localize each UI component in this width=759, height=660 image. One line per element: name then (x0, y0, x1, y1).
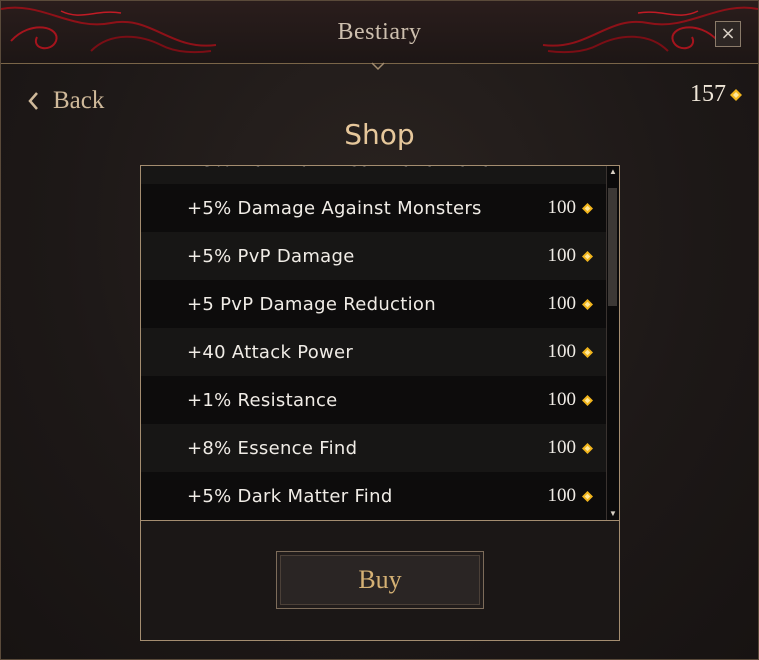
page-title: Shop (344, 118, 415, 151)
shop-item-row[interactable]: +5% PvP Damage 100 (141, 232, 607, 280)
scroll-down-icon[interactable]: ▼ (607, 508, 619, 520)
chevron-left-icon (28, 92, 38, 110)
price-value: 100 (548, 166, 577, 171)
shop-item-price: 100 (547, 341, 593, 363)
shop-item-row[interactable]: +40 Attack Power 100 (141, 328, 607, 376)
purchase-panel: Buy (140, 520, 620, 641)
currency-display: 157 (690, 81, 742, 108)
shop-item-name: +5% Dark Matter Find (187, 485, 393, 507)
shop-item-name: +5 PvP Damage Reduction (187, 293, 436, 315)
scroll-up-icon[interactable]: ▲ (607, 166, 619, 178)
price-value: 100 (547, 437, 577, 458)
shop-item-price: 100 (547, 437, 593, 459)
shop-item-row[interactable]: +3% Maximum Health and Mana 100 (141, 165, 607, 184)
shop-item-row[interactable]: +5% Damage Against Monsters 100 (141, 184, 607, 232)
price-value: 100 (547, 245, 577, 266)
shop-item-price: 100 (547, 389, 593, 411)
shop-item-price: 100 (547, 293, 593, 315)
close-button[interactable]: × (715, 21, 741, 47)
gold-diamond-icon (582, 394, 593, 406)
shop-item-name: +5% Damage Against Monsters (187, 197, 482, 219)
shop-item-row[interactable]: +5% Dark Matter Find 100 (141, 472, 607, 520)
shop-items: +3% Maximum Health and Mana100+5% Damage… (141, 165, 607, 520)
price-value: 100 (547, 485, 577, 506)
shop-list: +3% Maximum Health and Mana100+5% Damage… (140, 165, 620, 521)
gold-diamond-icon (582, 346, 593, 358)
shop-item-name: +3% Maximum Health and Mana (187, 166, 492, 171)
price-value: 100 (547, 197, 577, 218)
gold-diamond-icon (730, 88, 742, 101)
shop-item-row[interactable]: +1% Resistance 100 (141, 376, 607, 424)
shop-item-price: 100 (547, 197, 593, 219)
shop-item-name: +40 Attack Power (187, 341, 354, 363)
shop-item-name: +5% PvP Damage (187, 245, 355, 267)
gold-diamond-icon (582, 165, 593, 166)
title-notch-icon (371, 62, 385, 71)
price-value: 100 (547, 389, 577, 410)
bestiary-window: Bestiary × Back 157 Shop +3% Maximum Hea… (0, 0, 759, 660)
shop-item-name: +1% Resistance (187, 389, 338, 411)
price-value: 100 (547, 293, 577, 314)
shop-item-price: 100 (547, 485, 593, 507)
gold-diamond-icon (582, 442, 593, 454)
back-label: Back (53, 87, 105, 114)
buy-button[interactable]: Buy (276, 551, 484, 609)
window-title: Bestiary (337, 19, 422, 45)
shop-item-name: +8% Essence Find (187, 437, 358, 459)
shop-item-price: 100 (548, 165, 594, 171)
scrollbar[interactable]: ▲ ▼ (606, 166, 619, 520)
shop-item-row[interactable]: +5 PvP Damage Reduction 100 (141, 280, 607, 328)
gold-diamond-icon (582, 490, 593, 502)
title-bar: Bestiary × (1, 1, 758, 64)
gold-diamond-icon (582, 202, 593, 214)
close-icon: × (720, 23, 736, 44)
scroll-thumb[interactable] (608, 188, 617, 306)
currency-amount: 157 (690, 81, 726, 107)
shop-item-row[interactable]: +8% Essence Find 100 (141, 424, 607, 472)
back-button[interactable]: Back (27, 85, 104, 117)
gold-diamond-icon (582, 298, 593, 310)
price-value: 100 (547, 341, 577, 362)
gold-diamond-icon (582, 250, 593, 262)
shop-item-price: 100 (547, 245, 593, 267)
